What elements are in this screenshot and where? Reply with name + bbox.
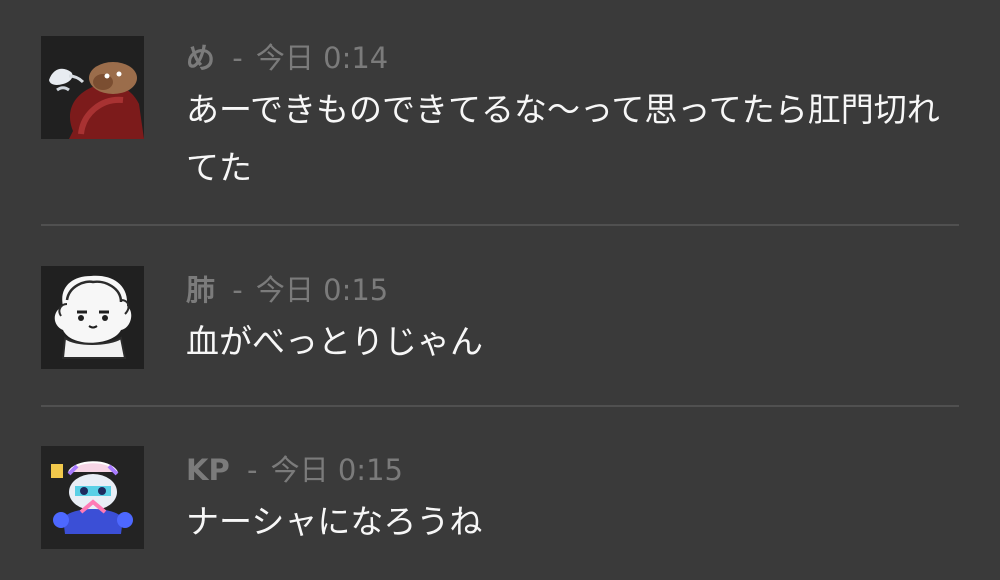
header-separator: - bbox=[232, 41, 243, 75]
message-timestamp: 今日 0:15 bbox=[255, 273, 389, 307]
header-separator: - bbox=[246, 453, 258, 487]
message-timestamp: 今日 0:14 bbox=[255, 41, 389, 75]
message-content: あーできものできてるな〜って思ってたら肛門切れてた bbox=[186, 90, 940, 187]
message-content: ナーシャになろうね bbox=[186, 502, 483, 541]
chat-message-list: め - 今日 0:14 あーできものできてるな〜って思ってたら肛門切れてた 肺 … bbox=[0, 0, 1000, 580]
message-content: 血がべっとりじゃん bbox=[186, 322, 483, 361]
header-separator: - bbox=[232, 273, 243, 307]
author-name[interactable]: KP bbox=[186, 453, 230, 487]
brown-creature-avatar-icon[interactable] bbox=[41, 36, 144, 139]
author-name[interactable]: 肺 bbox=[186, 273, 215, 307]
message-header: め - 今日 0:14 bbox=[186, 40, 388, 76]
message-header: KP - 今日 0:15 bbox=[186, 452, 403, 488]
colorful-robot-avatar-icon[interactable] bbox=[41, 446, 144, 549]
message-header: 肺 - 今日 0:15 bbox=[186, 272, 388, 308]
message-item: 肺 - 今日 0:15 血がべっとりじゃん bbox=[0, 226, 1000, 406]
message-item: KP - 今日 0:15 ナーシャになろうね bbox=[0, 406, 1000, 580]
sketch-character-avatar-icon[interactable] bbox=[41, 266, 144, 369]
message-timestamp: 今日 0:15 bbox=[270, 453, 403, 487]
message-item: め - 今日 0:14 あーできものできてるな〜って思ってたら肛門切れてた bbox=[0, 0, 1000, 226]
author-name[interactable]: め bbox=[186, 41, 215, 75]
